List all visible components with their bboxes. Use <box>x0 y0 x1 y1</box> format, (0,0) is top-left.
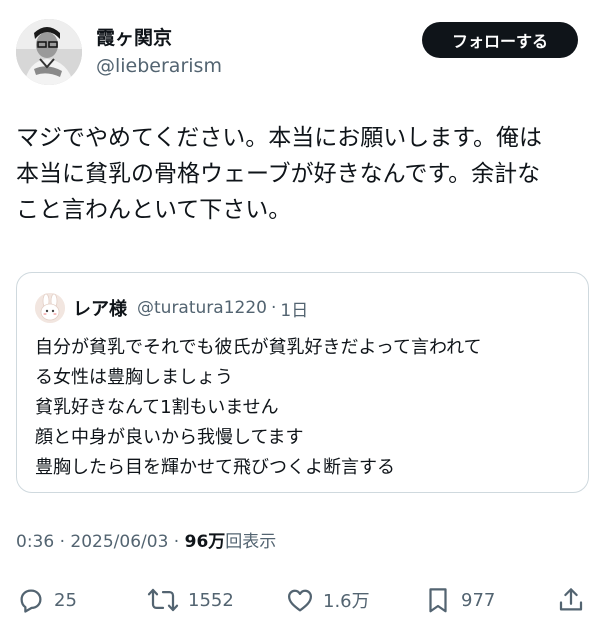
quoted-tweet[interactable]: レア様 @turatura1220 · 1日 自分が貧乳でそれでも彼氏が貧乳好き… <box>16 272 589 493</box>
share-button[interactable] <box>556 580 586 620</box>
reply-count: 25 <box>54 589 77 611</box>
quoted-author-handle: @turatura1220 <box>137 298 267 318</box>
author-handle[interactable]: @lieberarism <box>96 53 222 79</box>
repost-count: 1552 <box>188 589 234 611</box>
quoted-tweet-text: 自分が貧乳でそれでも彼氏が貧乳好きだよって言われて る女性は豊胸しましょう 貧乳… <box>35 337 482 478</box>
quoted-tweet-header: レア様 @turatura1220 · 1日 <box>35 293 308 323</box>
quoted-author-name: レア様 <box>73 299 127 320</box>
quoted-separator: · <box>270 298 277 318</box>
tweet-date[interactable]: 2025/06/03 <box>70 532 168 552</box>
views-count: 96万 <box>184 532 226 552</box>
author-names: 霞ヶ関京 @lieberarism <box>96 26 222 79</box>
bookmark-count: 977 <box>461 589 496 611</box>
quoted-time: 1日 <box>280 300 309 321</box>
views-label: 回表示 <box>225 532 277 552</box>
bookmark-icon <box>429 588 447 613</box>
heart-icon <box>288 589 312 612</box>
author-avatar[interactable] <box>16 19 82 85</box>
repost-icon <box>147 588 179 612</box>
author-display-name[interactable]: 霞ヶ関京 <box>96 26 222 50</box>
repost-button[interactable]: 1552 <box>146 580 234 620</box>
meta-separator: · <box>59 532 65 552</box>
share-icon <box>559 588 583 611</box>
bookmark-button[interactable]: 977 <box>423 580 495 620</box>
meta-separator: · <box>173 532 180 552</box>
like-count: 1.6万 <box>323 591 370 612</box>
reply-button[interactable]: 25 <box>16 580 77 620</box>
tweet-time[interactable]: 0:36 <box>16 532 54 552</box>
follow-button[interactable]: フォローする <box>422 22 578 58</box>
quoted-author-avatar <box>35 293 65 323</box>
tweet-header: 霞ヶ関京 @lieberarism フォローする <box>16 16 584 88</box>
action-bar: 25 1552 1.6万 977 <box>0 580 600 620</box>
like-button[interactable]: 1.6万 <box>285 580 370 620</box>
reply-icon <box>20 589 42 613</box>
tweet-text: マジでやめてください。本当にお願いします。俺は 本当に貧乳の骨格ウェーブが好きな… <box>16 125 543 223</box>
tweet-meta: 0:36 · 2025/06/03 · 96万回表示 <box>16 530 276 554</box>
